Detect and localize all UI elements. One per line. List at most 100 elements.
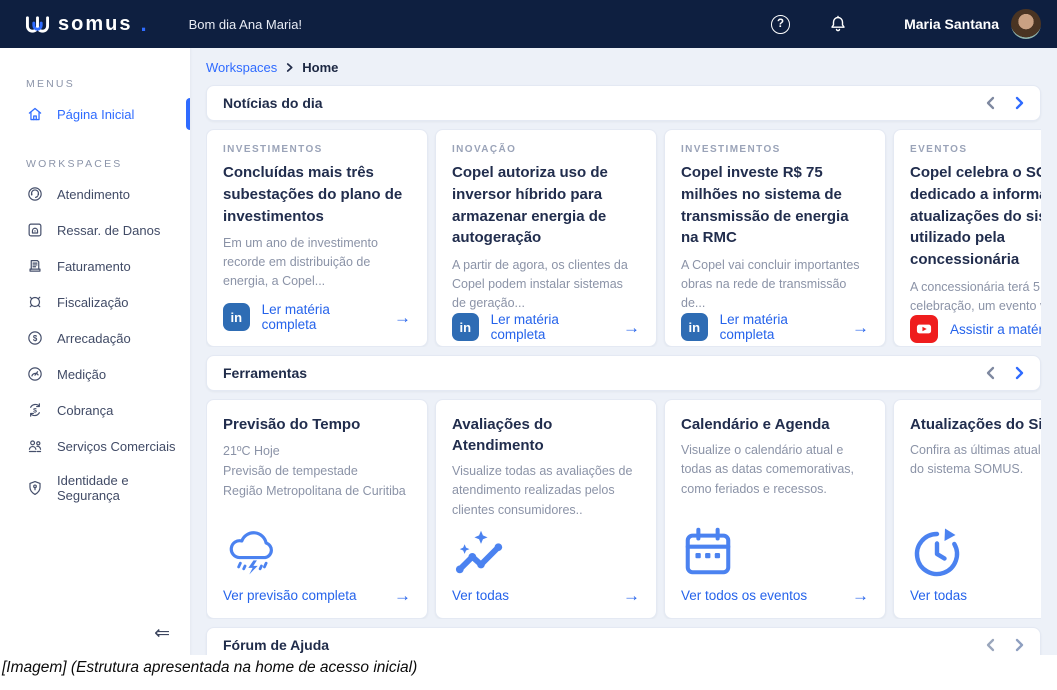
logo-text: somus — [58, 14, 132, 34]
news-next-button[interactable] — [1015, 96, 1024, 110]
sidebar-item-label: Atendimento — [57, 187, 130, 202]
news-category: INVESTIMENTOS — [223, 144, 411, 155]
home-icon — [26, 105, 44, 123]
weather-region: Região Metropolitana de Curitiba — [223, 481, 411, 501]
arrow-right-icon[interactable] — [394, 587, 411, 604]
sidebar-item-fiscalizacao[interactable]: Fiscalização — [0, 284, 190, 320]
arrow-right-icon[interactable] — [623, 319, 640, 336]
news-category: INOVAÇÃO — [452, 144, 640, 155]
bell-icon[interactable] — [827, 14, 848, 35]
breadcrumb-workspaces-link[interactable]: Workspaces — [206, 60, 277, 75]
help-circle-icon[interactable] — [770, 14, 791, 35]
sidebar-item-label: Identidade e Segurança — [57, 473, 190, 503]
youtube-icon[interactable] — [910, 315, 938, 343]
linkedin-icon[interactable]: in — [681, 313, 708, 341]
collapse-sidebar-icon[interactable] — [154, 624, 170, 643]
sidebar-item-pagina-inicial[interactable]: Página Inicial — [0, 96, 190, 132]
tools-next-button[interactable] — [1015, 366, 1024, 380]
header-actions: Maria Santana — [770, 9, 1041, 39]
storm-cloud-icon — [223, 523, 411, 579]
active-indicator — [186, 98, 190, 130]
news-excerpt: A partir de agora, os clientes da Copel … — [452, 256, 640, 312]
tool-card-previsao-do-tempo: Previsão do Tempo 21ºC Hoje Previsão de … — [206, 399, 428, 619]
tool-title: Calendário e Agenda — [681, 414, 869, 435]
top-header: somus . Bom dia Ana Maria! Maria Santana — [0, 0, 1057, 48]
sidebar-item-arrecadacao[interactable]: $ Arrecadação — [0, 320, 190, 356]
image-caption-area: [Imagem] (Estrutura apresentada na home … — [0, 655, 1057, 690]
news-prev-button[interactable] — [986, 96, 995, 110]
events-link[interactable]: Ver todos os eventos — [681, 588, 807, 603]
tool-cards-row: Previsão do Tempo 21ºC Hoje Previsão de … — [206, 399, 1041, 619]
sidebar-item-faturamento[interactable]: Faturamento — [0, 248, 190, 284]
shield-icon — [26, 479, 44, 497]
people-icon — [26, 437, 44, 455]
news-card: EVENTOS Copel celebra o SOMUS, dedicado … — [893, 129, 1041, 347]
sidebar-item-label: Página Inicial — [57, 107, 134, 122]
read-article-link[interactable]: Ler matéria completa — [720, 312, 840, 342]
news-title: Copel autoriza uso de inversor híbrido p… — [452, 162, 640, 249]
dollar-circle-icon: $ — [26, 329, 44, 347]
forum-prev-button[interactable] — [986, 638, 995, 652]
tool-title: Atualizações do Sistema — [910, 414, 1041, 435]
somus-logo: somus . — [24, 13, 147, 35]
updates-link[interactable]: Ver todas — [910, 588, 967, 603]
gauge-icon — [26, 365, 44, 383]
chevron-right-icon — [286, 62, 293, 73]
svg-text:$: $ — [33, 334, 38, 343]
ratings-link[interactable]: Ver todas — [452, 588, 509, 603]
invoice-icon — [26, 257, 44, 275]
sidebar-item-label: Medição — [57, 367, 106, 382]
sidebar-item-label: Arrecadação — [57, 331, 131, 346]
linkedin-icon[interactable]: in — [452, 313, 479, 341]
sidebar: MENUS Página Inicial WORKSPACES Atendime… — [0, 48, 190, 655]
news-title: Concluídas mais três subestações do plan… — [223, 162, 411, 227]
news-card: INVESTIMENTOS Concluídas mais três subes… — [206, 129, 428, 347]
sidebar-item-label: Serviços Comerciais — [57, 439, 175, 454]
news-excerpt: A concessionária terá 5 dias de celebraç… — [910, 278, 1041, 316]
read-article-link[interactable]: Ler matéria completa — [491, 312, 611, 342]
news-card: INVESTIMENTOS Copel investe R$ 75 milhõe… — [664, 129, 886, 347]
tool-card-calendario: Calendário e Agenda Visualize o calendár… — [664, 399, 886, 619]
linkedin-icon[interactable]: in — [223, 303, 250, 331]
sidebar-item-ressar-de-danos[interactable]: Ressar. de Danos — [0, 212, 190, 248]
tool-title: Previsão do Tempo — [223, 414, 411, 435]
sidebar-item-identidade-e-seguranca[interactable]: Identidade e Segurança — [0, 464, 190, 512]
watch-video-link[interactable]: Assistir a matéria — [950, 322, 1041, 337]
breadcrumb-current: Home — [302, 60, 338, 75]
logo-dot: . — [140, 13, 146, 35]
main-content: Workspaces Home Notícias do dia — [190, 48, 1057, 655]
weather-temp: 21ºC Hoje — [223, 441, 411, 461]
sidebar-item-label: Faturamento — [57, 259, 131, 274]
dollar-cycle-icon: $ — [26, 401, 44, 419]
sidebar-item-medicao[interactable]: Medição — [0, 356, 190, 392]
support-agent-icon — [26, 185, 44, 203]
news-excerpt: A Copel vai concluir importantes obras n… — [681, 256, 869, 312]
forum-next-button[interactable] — [1015, 638, 1024, 652]
sidebar-item-label: Fiscalização — [57, 295, 129, 310]
trend-sparkle-icon — [452, 525, 640, 579]
app-body: MENUS Página Inicial WORKSPACES Atendime… — [0, 48, 1057, 655]
section-title: Ferramentas — [223, 365, 307, 381]
target-icon — [26, 293, 44, 311]
weather-link[interactable]: Ver previsão completa — [223, 588, 357, 603]
calendar-icon — [681, 525, 869, 579]
arrow-right-icon[interactable] — [394, 309, 411, 326]
tool-card-atualizacoes: Atualizações do Sistema Confira as últim… — [893, 399, 1041, 619]
breadcrumb: Workspaces Home — [206, 60, 1041, 75]
tools-prev-button[interactable] — [986, 366, 995, 380]
user-name[interactable]: Maria Santana — [904, 16, 999, 32]
news-category: INVESTIMENTOS — [681, 144, 869, 155]
news-category: EVENTOS — [910, 144, 1041, 155]
read-article-link[interactable]: Ler matéria completa — [262, 302, 382, 332]
sidebar-item-cobranca[interactable]: $ Cobrança — [0, 392, 190, 428]
arrow-right-icon[interactable] — [852, 319, 869, 336]
section-title: Fórum de Ajuda — [223, 637, 329, 653]
image-caption: [Imagem] (Estrutura apresentada na home … — [2, 659, 417, 676]
arrow-right-icon[interactable] — [623, 587, 640, 604]
sidebar-item-atendimento[interactable]: Atendimento — [0, 176, 190, 212]
svg-text:$: $ — [33, 407, 37, 414]
avatar[interactable] — [1011, 9, 1041, 39]
sidebar-section-menus: MENUS — [26, 78, 190, 90]
sidebar-item-servicos-comerciais[interactable]: Serviços Comerciais — [0, 428, 190, 464]
arrow-right-icon[interactable] — [852, 587, 869, 604]
